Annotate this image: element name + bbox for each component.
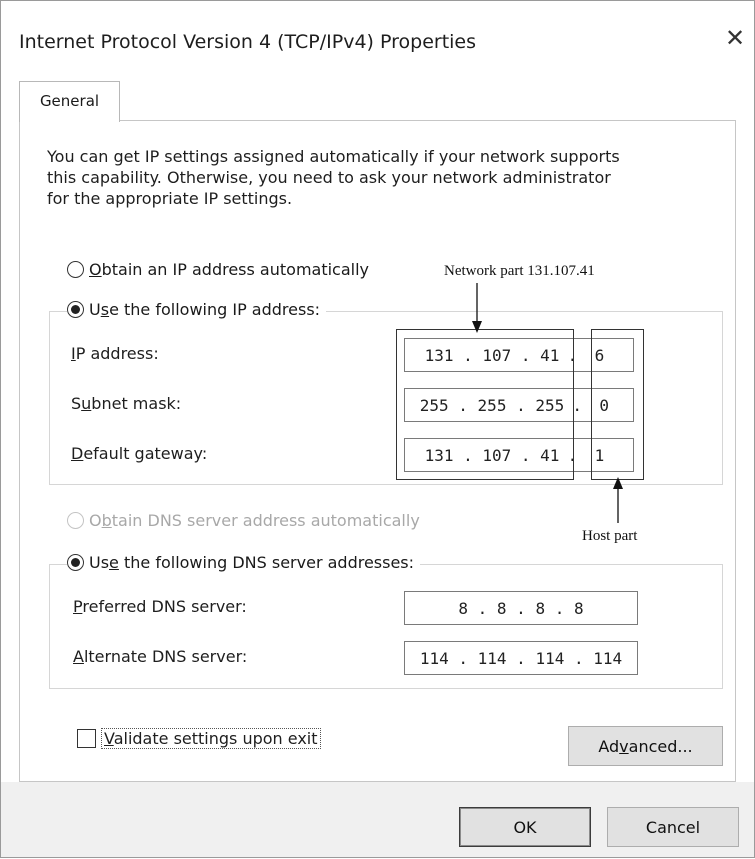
alternate-dns-input[interactable]: 114 . 114 . 114 . 114 — [404, 641, 638, 675]
preferred-dns-label: Preferred DNS server: — [73, 597, 247, 616]
cancel-button[interactable]: Cancel — [607, 807, 739, 847]
dialog-window: Internet Protocol Version 4 (TCP/IPv4) P… — [0, 0, 755, 858]
radio-obtain-dns-auto[interactable]: Obtain DNS server address automatically — [67, 511, 420, 530]
network-arrow — [472, 283, 482, 333]
tab-general[interactable]: General — [19, 81, 120, 122]
radio-label: Use the following DNS server addresses: — [89, 553, 415, 572]
validate-label: Validate settings upon exit — [101, 728, 321, 749]
validate-settings-checkbox-row[interactable]: Validate settings upon exit — [77, 728, 321, 749]
validate-checkbox[interactable] — [77, 729, 96, 748]
radio-label: Obtain DNS server address automatically — [89, 511, 420, 530]
radio-icon[interactable] — [67, 554, 84, 571]
preferred-dns-input[interactable]: 8 . 8 . 8 . 8 — [404, 591, 638, 625]
host-arrow — [613, 477, 623, 523]
radio-use-following-dns[interactable]: Use the following DNS server addresses: — [67, 553, 421, 572]
alternate-dns-label: Alternate DNS server: — [73, 647, 248, 666]
ok-button[interactable]: OK — [459, 807, 591, 847]
radio-icon[interactable] — [67, 512, 84, 529]
advanced-button[interactable]: Ad v anced... — [568, 726, 723, 766]
